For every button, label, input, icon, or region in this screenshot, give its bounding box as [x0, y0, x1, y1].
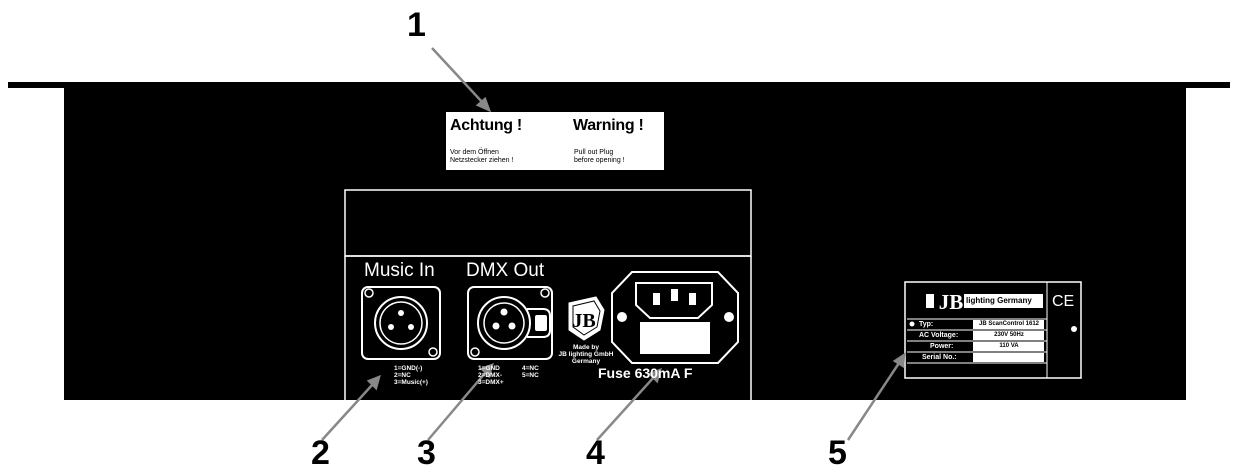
type-plate-label-type: Typ: — [919, 321, 934, 328]
maker-text: Made by JB lighting GmbH Germany — [558, 344, 614, 365]
music-in-pin-list: 1=GND(-) 2=NC 3=Music(+) — [394, 365, 428, 386]
type-plate-value-voltage: 230V 50Hz — [994, 332, 1024, 338]
warning-label: Achtung ! Warning ! Vor dem Öffnen Netzs… — [446, 112, 664, 170]
music-in-label: Music In — [364, 260, 435, 281]
callout-number-5: 5 — [828, 434, 847, 472]
dmx-out-pin-list-right: 4=NC 5=NC — [522, 365, 539, 379]
top-edge — [8, 82, 1230, 88]
fuse-rating-label: Fuse 630mA F — [598, 365, 693, 381]
rear-panel-diagram: JB JB — [8, 47, 1230, 441]
warning-title-de: Achtung ! — [450, 117, 522, 134]
warning-title-en: Warning ! — [573, 117, 644, 134]
callout-number-4: 4 — [586, 434, 605, 472]
type-plate-brand: lighting Germany — [966, 296, 1032, 305]
type-plate-value-power: 110 VA — [999, 343, 1019, 349]
svg-text:JB: JB — [939, 290, 964, 314]
dmx-out-pin-list-left: 1=GND 2=DMX- 3=DMX+ — [478, 365, 504, 386]
type-plate-label-voltage: AC Voltage: — [919, 332, 959, 339]
dmx-out-label: DMX Out — [466, 260, 545, 281]
callout-number-3: 3 — [417, 434, 436, 472]
type-plate-label-serial: Serial No.: — [922, 354, 957, 361]
warning-text-de: Vor dem Öffnen Netzstecker ziehen ! — [450, 149, 514, 164]
type-plate-ce-mark: CE — [1052, 293, 1075, 310]
svg-text:JB: JB — [572, 310, 595, 332]
callout-number-2: 2 — [311, 434, 330, 472]
warning-text-en: Pull out Plug before opening ! — [574, 149, 625, 164]
callout-number-1: 1 — [407, 6, 426, 44]
type-plate-value-type: JB ScanControl 1612 — [978, 321, 1040, 327]
type-plate-label-power: Power: — [930, 343, 954, 350]
